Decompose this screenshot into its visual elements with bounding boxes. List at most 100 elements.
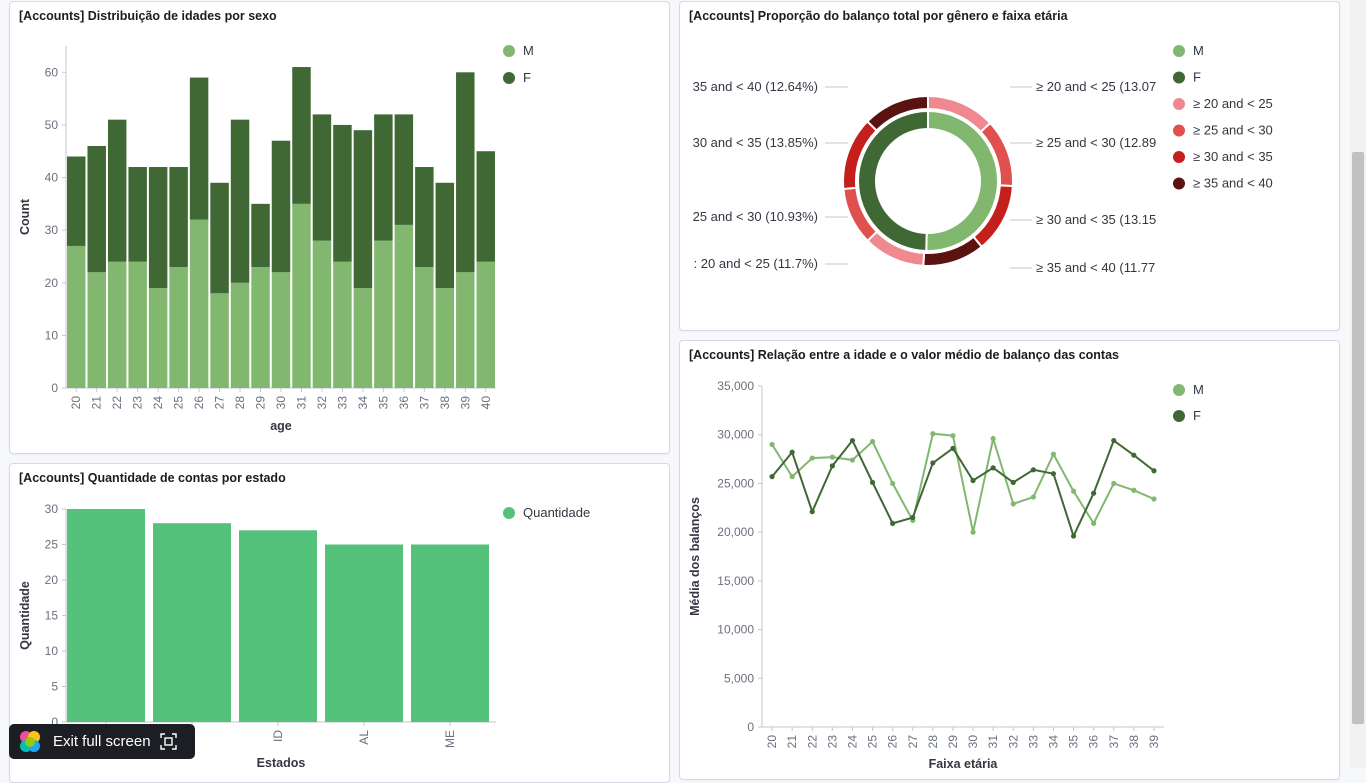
bar <box>411 544 489 722</box>
bar-m <box>456 272 475 388</box>
legend-label: F <box>1193 408 1201 423</box>
bar-f <box>67 156 86 246</box>
data-point <box>1151 496 1157 502</box>
data-point <box>1030 467 1036 473</box>
legend-label: F <box>1193 70 1201 85</box>
slice-label: 25 and < 30 (10.93%) <box>693 209 818 224</box>
data-point <box>1111 437 1117 444</box>
data-point <box>869 479 876 486</box>
bar-f <box>230 119 250 283</box>
x-axis-title: age <box>270 419 292 433</box>
y-tick-label: 30,000 <box>717 428 754 442</box>
x-tick-label: 31 <box>294 396 308 410</box>
y-tick-label: 0 <box>51 381 58 395</box>
data-point <box>1050 451 1057 457</box>
data-point <box>869 438 876 445</box>
scrollbar-thumb[interactable] <box>1352 152 1364 724</box>
x-tick-label: 33 <box>335 396 349 410</box>
exit-fullscreen-button[interactable]: Exit full screen <box>9 724 195 759</box>
bar-f <box>169 167 188 267</box>
x-tick-label: 34 <box>1046 735 1060 749</box>
legend-swatch <box>1173 410 1185 422</box>
bar-m <box>292 203 311 388</box>
data-point <box>970 529 976 535</box>
y-tick-label: 25,000 <box>717 476 754 490</box>
x-axis-title: Faixa etária <box>929 757 999 771</box>
bar-m <box>353 288 373 388</box>
x-tick-label: 32 <box>315 396 329 410</box>
data-point <box>990 436 996 442</box>
x-tick-label: 33 <box>1026 735 1040 749</box>
data-point <box>1010 501 1016 507</box>
y-axis-title: Quantidade <box>18 581 32 650</box>
x-tick-label: ME <box>443 730 457 748</box>
bar-m <box>107 261 127 388</box>
y-axis-title: Média dos balanços <box>688 497 702 616</box>
data-point <box>1070 533 1077 539</box>
y-tick-label: 20,000 <box>717 525 754 539</box>
x-tick-label: 24 <box>151 396 165 410</box>
y-tick-label: 15,000 <box>717 574 754 588</box>
data-point <box>789 474 795 480</box>
y-tick-label: 10 <box>45 644 59 658</box>
y-tick-label: 5 <box>51 680 58 694</box>
data-point <box>1131 452 1137 458</box>
data-point <box>1010 479 1016 486</box>
data-point <box>1091 520 1097 526</box>
x-tick-label: 34 <box>356 396 370 410</box>
data-point <box>930 460 936 466</box>
legend-swatch <box>503 72 515 84</box>
legend-swatch <box>503 507 515 519</box>
legend-label: ≥ 20 and < 25 <box>1193 96 1273 111</box>
y-tick-label: 20 <box>45 276 59 290</box>
bar-f <box>210 182 229 294</box>
panel-title: [Accounts] Quantidade de contas por esta… <box>19 471 286 485</box>
x-tick-label: 38 <box>1127 735 1141 749</box>
legend-label: M <box>1193 43 1204 58</box>
x-tick-label: 31 <box>986 735 1000 749</box>
bar-f <box>353 130 373 289</box>
bar-f <box>128 167 147 262</box>
elastic-logo-icon <box>17 729 43 755</box>
panel-title: [Accounts] Relação entre a idade e o val… <box>689 348 1119 362</box>
bar-m <box>435 288 455 388</box>
bar-f <box>415 167 434 267</box>
panel-title: [Accounts] Distribuição de idades por se… <box>19 9 277 23</box>
age-vs-balance-chart: 0 5,000 10,000 15,000 20,000 25,000 30,000 35,0… <box>688 379 1204 771</box>
bar-m <box>271 272 291 388</box>
y-tick-label: 25 <box>45 538 59 552</box>
x-tick-label: 22 <box>805 735 819 749</box>
bar-f <box>148 167 168 289</box>
legend-swatch <box>503 45 515 57</box>
bar-f <box>312 114 332 241</box>
legend-label: F <box>523 70 531 85</box>
bar-m <box>312 240 332 388</box>
x-tick-label: 25 <box>172 396 186 410</box>
data-point <box>890 480 896 487</box>
bar-m <box>333 261 352 388</box>
bar-m <box>169 266 188 388</box>
data-point <box>970 477 976 484</box>
data-point <box>910 514 916 521</box>
x-tick-label: 28 <box>926 735 940 749</box>
data-point <box>809 509 815 515</box>
y-axis-title: Count <box>18 198 32 235</box>
legend-swatch <box>1173 124 1185 137</box>
y-tick-label: 40 <box>45 171 59 185</box>
bar-m <box>394 224 414 388</box>
label-clip <box>680 62 688 302</box>
bar-f <box>292 67 311 204</box>
bar-f <box>251 203 270 267</box>
y-tick-label: 15 <box>45 609 59 623</box>
y-tick-label: 50 <box>45 118 59 132</box>
bar-m <box>374 240 393 388</box>
bar-m <box>67 245 86 388</box>
bar-m <box>148 288 168 388</box>
data-point <box>769 474 775 480</box>
x-tick-label: 20 <box>69 396 83 410</box>
x-tick-label: 27 <box>213 396 227 410</box>
legend-swatch <box>1173 384 1185 396</box>
age-distribution-chart: 0 10 20 30 40 50 60 20 21 22 23 24 25 26 27 28 29 30 31 32 3… <box>18 43 534 433</box>
data-point <box>789 449 795 455</box>
data-point <box>990 465 996 471</box>
